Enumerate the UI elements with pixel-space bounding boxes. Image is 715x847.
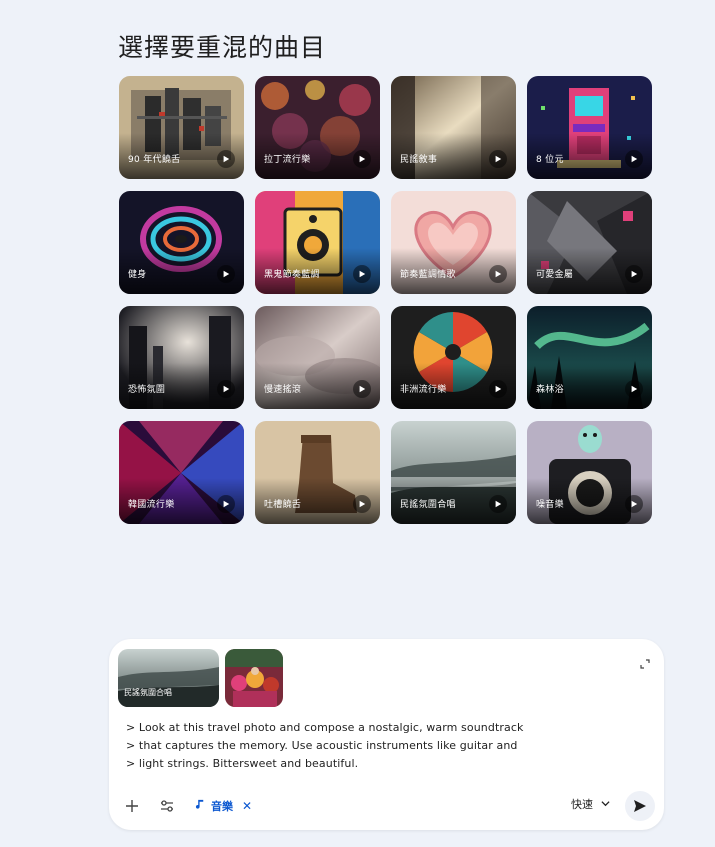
sliders-icon[interactable]: [154, 793, 180, 819]
plus-icon[interactable]: [119, 793, 145, 819]
attachment-track[interactable]: 民謠氛圍合唱: [118, 649, 219, 707]
track-card[interactable]: 健身: [119, 191, 244, 294]
track-grid: 90 年代饒舌 拉丁流行樂 民謠敘事 8 位元 健身 黑鬼節奏藍調 節奏藍調情歌…: [119, 76, 652, 524]
track-label: 90 年代饒舌: [128, 155, 181, 165]
prompt-input[interactable]: > Look at this travel photo and compose …: [126, 719, 646, 773]
music-chip-label: 音樂: [211, 800, 233, 813]
track-label: 拉丁流行樂: [264, 155, 311, 165]
play-icon[interactable]: [489, 380, 507, 398]
track-card[interactable]: 8 位元: [527, 76, 652, 179]
track-label: 森林浴: [536, 385, 564, 395]
composer-toolbar: 音樂 ✕ 快速: [109, 789, 664, 823]
expand-icon[interactable]: [640, 654, 650, 669]
play-icon[interactable]: [489, 495, 507, 513]
music-chip[interactable]: 音樂 ✕: [195, 795, 252, 817]
track-card[interactable]: 恐怖氛圍: [119, 306, 244, 409]
play-icon[interactable]: [217, 150, 235, 168]
prompt-line: > light strings. Bittersweet and beautif…: [126, 757, 359, 770]
play-icon[interactable]: [353, 150, 371, 168]
track-card[interactable]: 森林浴: [527, 306, 652, 409]
play-icon[interactable]: [489, 150, 507, 168]
track-label: 可愛金屬: [536, 270, 574, 280]
track-label: 噪音樂: [536, 500, 564, 510]
track-card[interactable]: 可愛金屬: [527, 191, 652, 294]
track-card[interactable]: 民謠敘事: [391, 76, 516, 179]
track-card[interactable]: 慢速搖滾: [255, 306, 380, 409]
play-icon[interactable]: [353, 265, 371, 283]
track-label: 黑鬼節奏藍調: [264, 270, 320, 280]
attachment-label: 民謠氛圍合唱: [124, 688, 172, 697]
track-card[interactable]: 非洲流行樂: [391, 306, 516, 409]
chevron-down-icon: [601, 798, 610, 811]
track-card[interactable]: 韓國流行樂: [119, 421, 244, 524]
play-icon[interactable]: [625, 150, 643, 168]
track-card[interactable]: 吐槽饒舌: [255, 421, 380, 524]
track-label: 非洲流行樂: [400, 385, 447, 395]
track-label: 8 位元: [536, 155, 564, 165]
track-label: 民謠敘事: [400, 155, 438, 165]
play-icon[interactable]: [625, 265, 643, 283]
mode-label: 快速: [571, 798, 593, 811]
prompt-composer: 民謠氛圍合唱 > Look at this travel photo and c…: [109, 639, 664, 830]
track-card[interactable]: 拉丁流行樂: [255, 76, 380, 179]
play-icon[interactable]: [217, 265, 235, 283]
prompt-line: > that captures the memory. Use acoustic…: [126, 739, 518, 752]
attachment-photo[interactable]: [225, 649, 283, 707]
mode-selector[interactable]: 快速: [571, 796, 610, 812]
close-icon[interactable]: ✕: [242, 799, 252, 813]
prompt-line: > Look at this travel photo and compose …: [126, 721, 524, 734]
music-note-icon: [195, 799, 206, 813]
track-card[interactable]: 噪音樂: [527, 421, 652, 524]
play-icon[interactable]: [217, 380, 235, 398]
track-label: 民謠氛圍合唱: [400, 500, 456, 510]
track-label: 韓國流行樂: [128, 500, 175, 510]
track-card[interactable]: 90 年代饒舌: [119, 76, 244, 179]
track-label: 吐槽饒舌: [264, 500, 302, 510]
play-icon[interactable]: [625, 495, 643, 513]
play-icon[interactable]: [353, 380, 371, 398]
play-icon[interactable]: [353, 495, 371, 513]
page-title: 選擇要重混的曲目: [118, 33, 327, 62]
track-card[interactable]: 節奏藍調情歌: [391, 191, 516, 294]
track-card[interactable]: 黑鬼節奏藍調: [255, 191, 380, 294]
track-label: 恐怖氛圍: [128, 385, 166, 395]
track-label: 慢速搖滾: [264, 385, 302, 395]
play-icon[interactable]: [489, 265, 507, 283]
track-label: 健身: [128, 270, 147, 280]
send-icon: [634, 800, 646, 812]
track-card[interactable]: 民謠氛圍合唱: [391, 421, 516, 524]
play-icon[interactable]: [625, 380, 643, 398]
track-label: 節奏藍調情歌: [400, 270, 456, 280]
send-button[interactable]: [625, 791, 655, 821]
play-icon[interactable]: [217, 495, 235, 513]
